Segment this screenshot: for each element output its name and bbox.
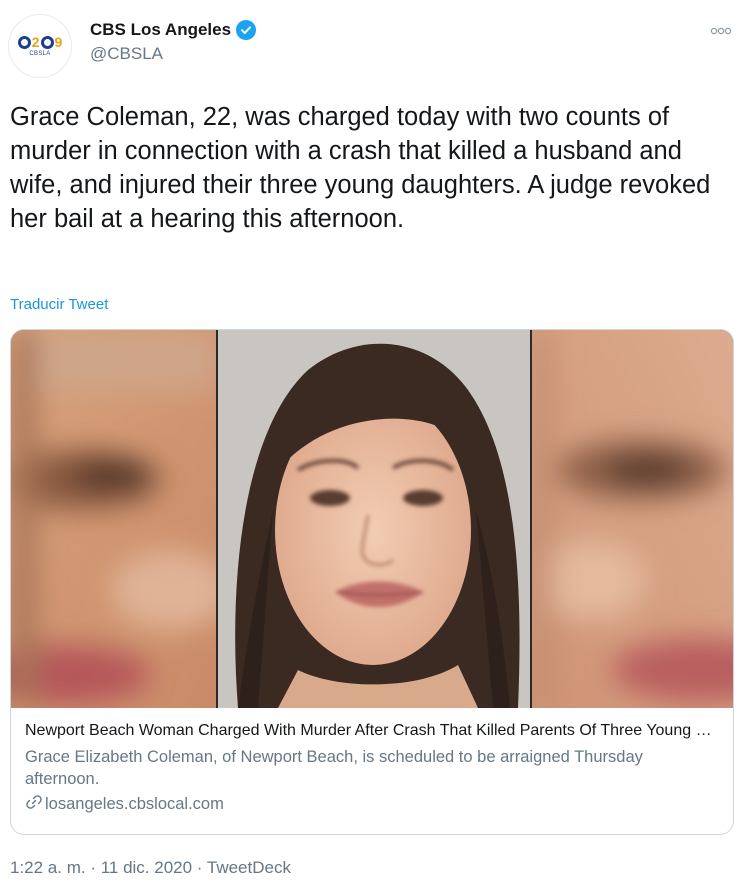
avatar-number: 2 <box>31 34 40 50</box>
blurred-face-left-image <box>11 330 216 708</box>
card-image[interactable] <box>11 330 733 708</box>
account-names: CBS Los Angeles @CBSLA <box>90 20 257 64</box>
account-handle[interactable]: @CBSLA <box>90 44 256 64</box>
tweet-timestamp[interactable]: 1:22 a. m. · 11 dic. 2020 · TweetDeck <box>10 858 291 878</box>
card-title[interactable]: Newport Beach Woman Charged With Murder … <box>25 722 721 740</box>
translate-tweet-link[interactable]: Traducir Tweet <box>10 296 108 313</box>
avatar-sub-label: CBSLA <box>29 51 51 57</box>
tweet-text: Grace Coleman, 22, was charged today wit… <box>10 103 711 233</box>
account-avatar[interactable]: 2 9 CBSLA <box>8 14 72 78</box>
display-name[interactable]: CBS Los Angeles <box>90 20 231 40</box>
cbs-eye-icon <box>40 35 54 49</box>
cbs-logo: 2 9 <box>17 34 63 50</box>
cbs-eye-icon <box>17 35 31 49</box>
avatar-number-b: 9 <box>54 34 63 50</box>
verified-badge-icon <box>236 20 257 40</box>
mugshot-image <box>218 330 530 708</box>
display-name-row[interactable]: CBS Los Angeles <box>90 20 257 40</box>
blurred-face-right-image <box>532 330 733 708</box>
card-domain-text[interactable]: losangeles.cbslocal.com <box>45 795 224 814</box>
link-card[interactable]: Newport Beach Woman Charged With Murder … <box>10 329 734 835</box>
link-icon <box>25 793 43 816</box>
more-options-icon[interactable] <box>710 22 732 38</box>
tweet-header: 2 9 CBSLA CBS Los Angeles @CBSLA <box>8 14 742 78</box>
card-body[interactable]: Newport Beach Woman Charged With Murder … <box>11 708 733 816</box>
card-description: Grace Elizabeth Coleman, of Newport Beac… <box>25 748 643 788</box>
card-domain[interactable]: losangeles.cbslocal.com <box>25 793 719 816</box>
